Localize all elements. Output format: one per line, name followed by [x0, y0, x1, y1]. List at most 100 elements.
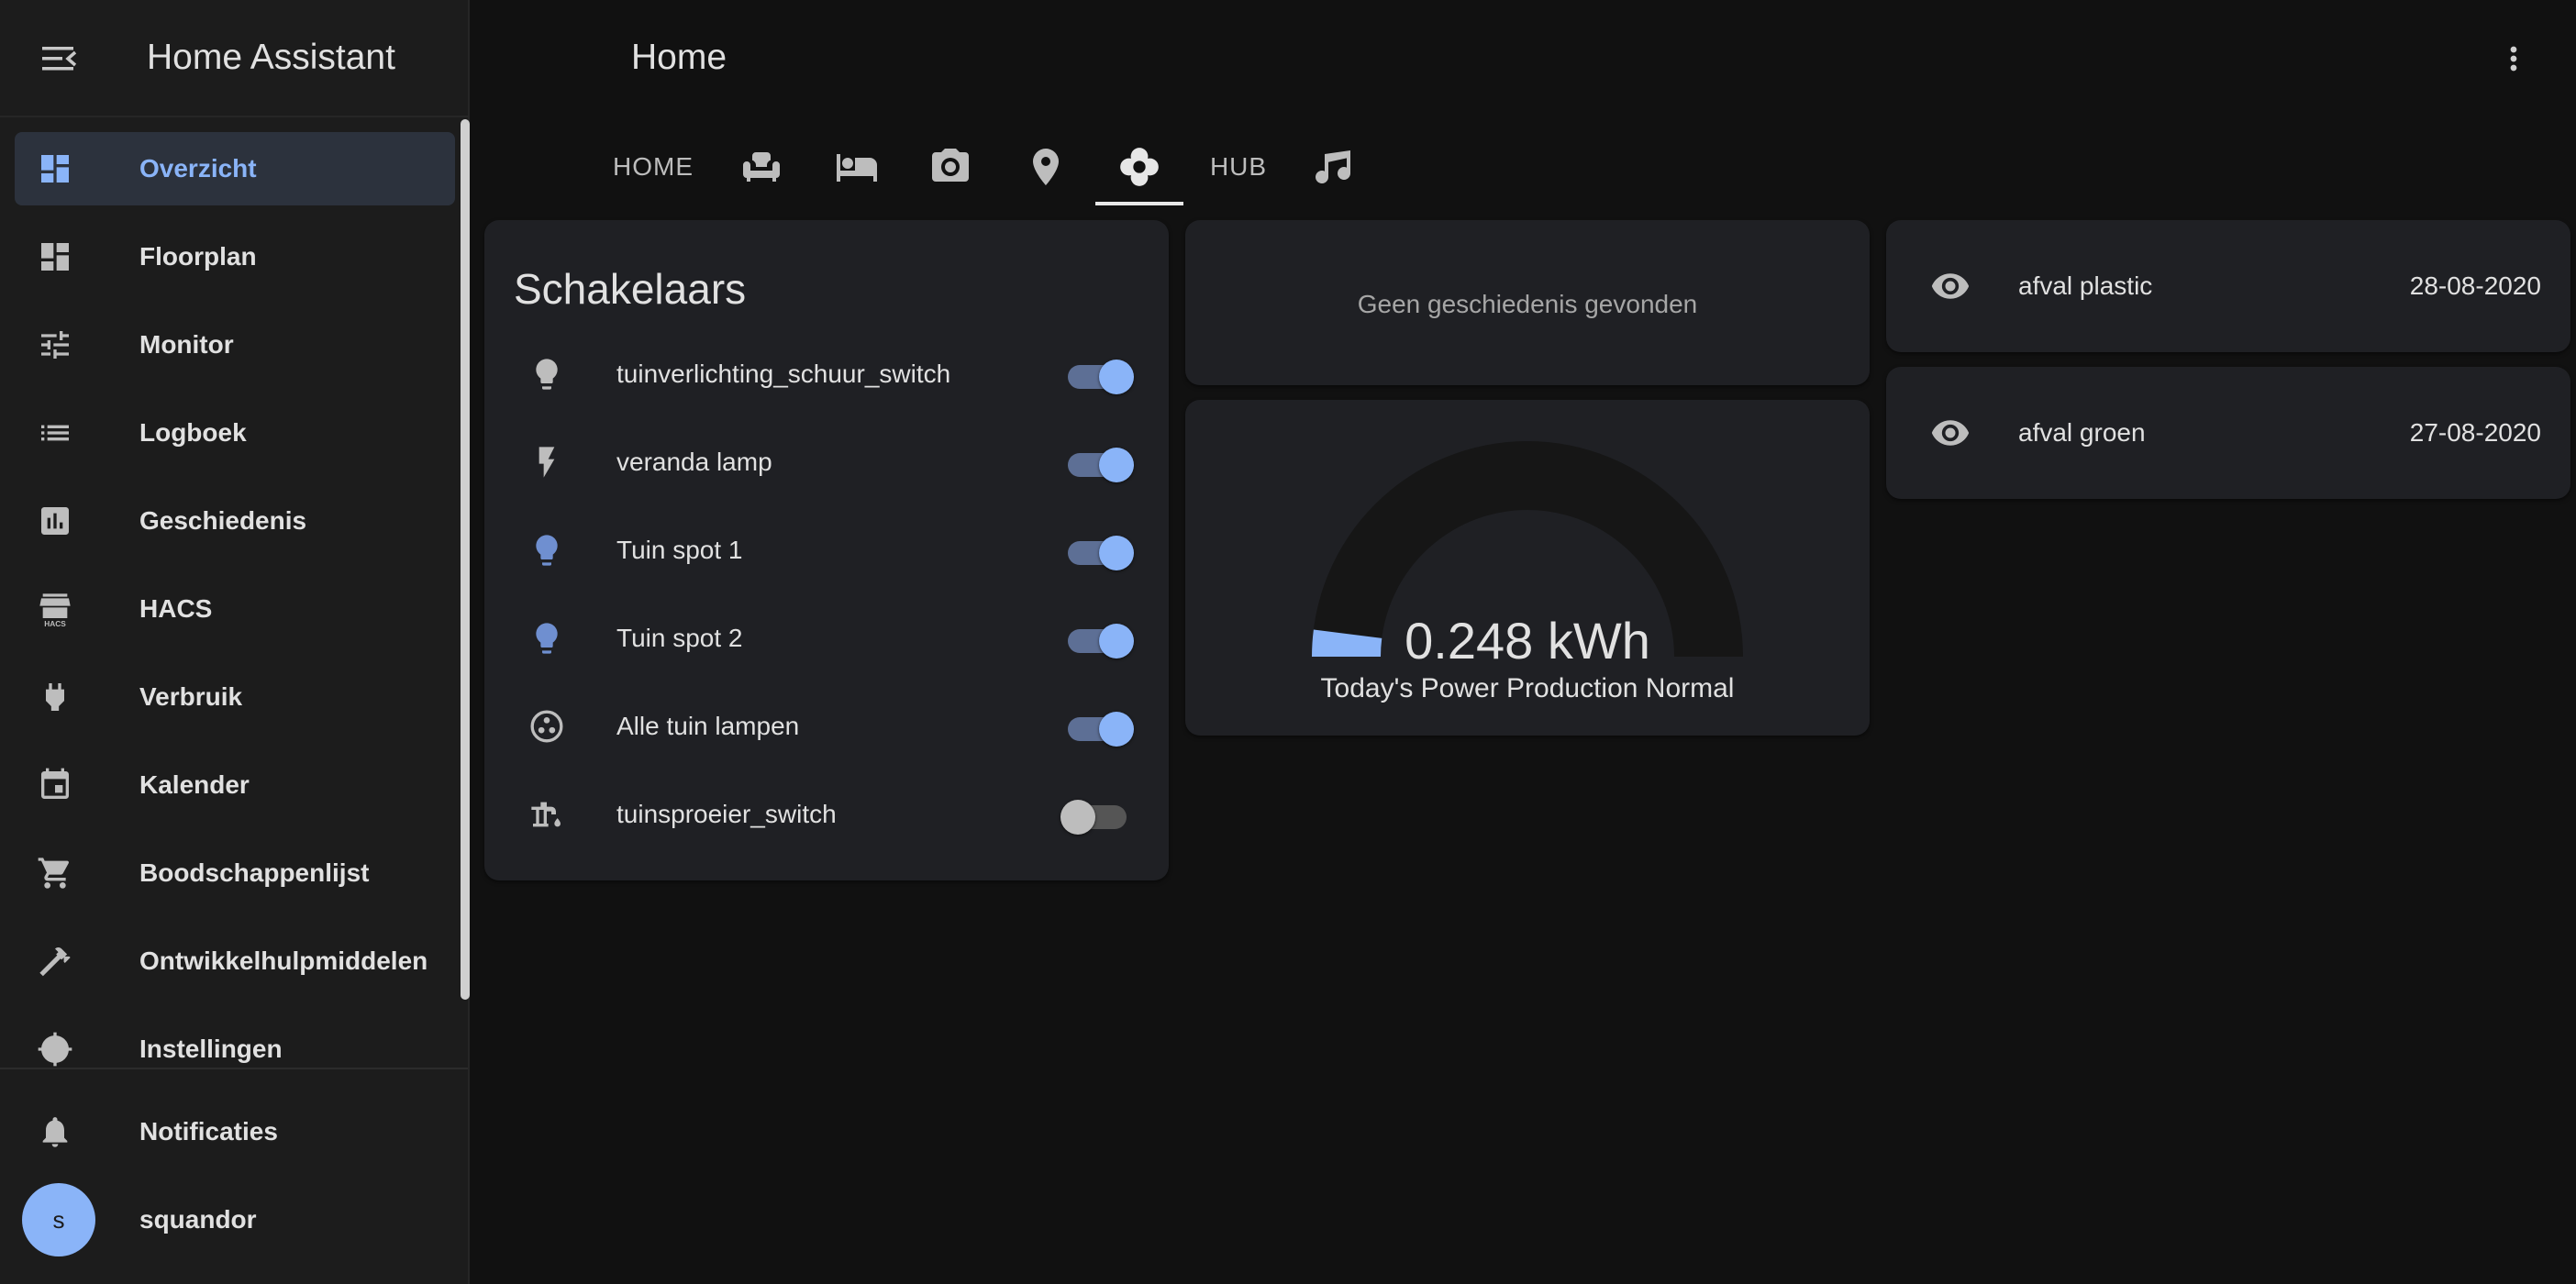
bed-icon	[837, 154, 877, 182]
tune-icon	[41, 331, 69, 359]
sidebar-item-kalender[interactable]: Kalender	[15, 748, 455, 822]
toggle-switch[interactable]	[1064, 624, 1138, 659]
tab-music[interactable]	[1303, 128, 1365, 205]
toggle-switch[interactable]	[1064, 360, 1138, 394]
notifications-label: Notificaties	[139, 1117, 278, 1146]
sofa-icon	[743, 152, 780, 182]
switch-name: Tuin spot 1	[616, 536, 743, 564]
lightbulb-icon	[536, 535, 558, 566]
sidebar-item-label: Logboek	[139, 418, 247, 447]
eye-icon	[1931, 420, 1970, 446]
toggle-switch[interactable]	[1064, 712, 1138, 747]
tab-flower[interactable]	[1108, 128, 1171, 205]
switch-row[interactable]: Tuin spot 1	[484, 506, 1169, 594]
sidebar-item-geschiedenis[interactable]: Geschiedenis	[15, 484, 455, 558]
svg-text:HACS: HACS	[44, 619, 66, 627]
hammer-icon	[39, 946, 71, 977]
flash-icon	[539, 447, 555, 478]
sidebar-item-label: Boodschappenlijst	[139, 858, 370, 887]
tab-label: HOME	[613, 152, 694, 181]
entity-card[interactable]: afval groen 27-08-2020	[1886, 367, 2570, 499]
no-history-message: Geen geschiedenis gevonden	[1357, 290, 1698, 318]
sidebar-item-label: Ontwikkelhulpmiddelen	[139, 946, 428, 975]
sidebar-item-hacs[interactable]: HACS HACS	[15, 572, 455, 646]
gauge-value: 0.248 kWh	[1405, 612, 1650, 670]
sidebar-item-verbruik[interactable]: Verbruik	[15, 660, 455, 734]
sidebar-divider	[0, 1068, 468, 1069]
chart-box-icon	[41, 507, 69, 535]
sidebar-scrollbar[interactable]	[461, 119, 470, 1000]
sidebar-item-logboek[interactable]: Logboek	[15, 396, 455, 470]
sidebar-list: Overzicht Floorplan Monitor Logboek Gesc…	[0, 117, 468, 1068]
sidebar-item-ontwikkelhulpmiddelen[interactable]: Ontwikkelhulpmiddelen	[15, 924, 455, 998]
sidebar-item-label: Instellingen	[139, 1035, 283, 1063]
sidebar-item-instellingen[interactable]: Instellingen	[15, 1013, 455, 1068]
active-tab-indicator	[1095, 202, 1183, 205]
list-icon	[41, 425, 69, 441]
dashboard-icon	[41, 243, 69, 271]
bell-icon	[42, 1117, 68, 1147]
card-title: Schakelaars	[514, 265, 747, 313]
sidebar-item-notificaties[interactable]: Notificaties	[15, 1095, 455, 1168]
dots-vertical-icon	[2510, 46, 2517, 72]
sidebar-item-user[interactable]: squandor	[110, 1183, 459, 1256]
tab-sofa[interactable]	[730, 128, 793, 205]
sidebar-item-monitor[interactable]: Monitor	[15, 308, 455, 382]
camera-icon	[932, 149, 969, 182]
sidebar-item-boodschappenlijst[interactable]: Boodschappenlijst	[15, 836, 455, 910]
tab-camera[interactable]	[919, 128, 982, 205]
sidebar-item-label: Monitor	[139, 330, 234, 359]
sidebar-item-label: Floorplan	[139, 242, 257, 271]
switch-name: Alle tuin lampen	[616, 712, 800, 740]
entity-state: 27-08-2020	[2409, 418, 2541, 447]
cog-icon	[38, 1032, 72, 1067]
map-marker-icon	[1033, 149, 1059, 185]
user-name: squandor	[139, 1205, 257, 1234]
toggle-switch[interactable]	[1064, 536, 1138, 570]
sidebar-header: Home Assistant	[0, 0, 468, 117]
switch-row[interactable]: tuinverlichting_schuur_switch	[484, 330, 1169, 418]
sidebar-item-label: Verbruik	[139, 682, 243, 711]
switches-card: Schakelaars tuinverlichting_schuur_switc…	[484, 220, 1169, 880]
switch-name: tuinsproeier_switch	[616, 800, 837, 828]
switch-row[interactable]: tuinsproeier_switch	[484, 770, 1169, 858]
sidebar-item-floorplan[interactable]: Floorplan	[15, 220, 455, 293]
flower-icon	[1120, 148, 1159, 186]
switch-name: veranda lamp	[616, 448, 772, 476]
dashboard-icon	[41, 155, 69, 183]
switch-row[interactable]: Alle tuin lampen	[484, 682, 1169, 770]
switch-row[interactable]: Tuin spot 2	[484, 594, 1169, 682]
music-icon	[1316, 150, 1350, 184]
entity-card[interactable]: afval plastic 28-08-2020	[1886, 220, 2570, 352]
entity-name: afval groen	[2018, 418, 2146, 447]
cart-icon	[38, 858, 70, 889]
menu-collapse-button[interactable]	[33, 37, 84, 81]
sidebar-item-overzicht[interactable]: Overzicht	[15, 132, 455, 205]
page-title: Home	[631, 38, 727, 77]
entity-state: 28-08-2020	[2409, 271, 2541, 300]
tab-bed[interactable]	[826, 128, 888, 205]
entity-name: afval plastic	[2018, 271, 2153, 300]
tab-hub[interactable]: HUB	[1202, 128, 1275, 205]
more-options-button[interactable]	[2492, 37, 2536, 81]
sidebar-item-label: Geschiedenis	[139, 506, 307, 535]
gauge-name: Today's Power Production Normal	[1320, 673, 1735, 703]
switch-name: tuinverlichting_schuur_switch	[616, 360, 951, 388]
switch-name: Tuin spot 2	[616, 624, 743, 652]
switch-row[interactable]: veranda lamp	[484, 418, 1169, 506]
group-icon	[530, 710, 563, 743]
app-title: Home Assistant	[147, 38, 395, 77]
menu-collapse-icon	[42, 47, 77, 71]
sidebar-item-label: Overzicht	[139, 154, 257, 183]
lightbulb-icon	[536, 359, 558, 390]
sidebar: Home Assistant Overzicht Floorplan Monit…	[0, 0, 470, 1284]
avatar[interactable]: s	[22, 1183, 95, 1256]
tab-map-marker[interactable]	[1015, 128, 1077, 205]
hacs-store-icon: HACS	[39, 593, 71, 627]
eye-icon	[1931, 273, 1970, 299]
sidebar-item-label: Kalender	[139, 770, 250, 799]
toggle-switch[interactable]	[1064, 448, 1138, 482]
sidebar-item-label: HACS	[139, 594, 213, 623]
tab-home[interactable]: HOME	[605, 128, 701, 205]
toggle-switch[interactable]	[1060, 800, 1138, 835]
